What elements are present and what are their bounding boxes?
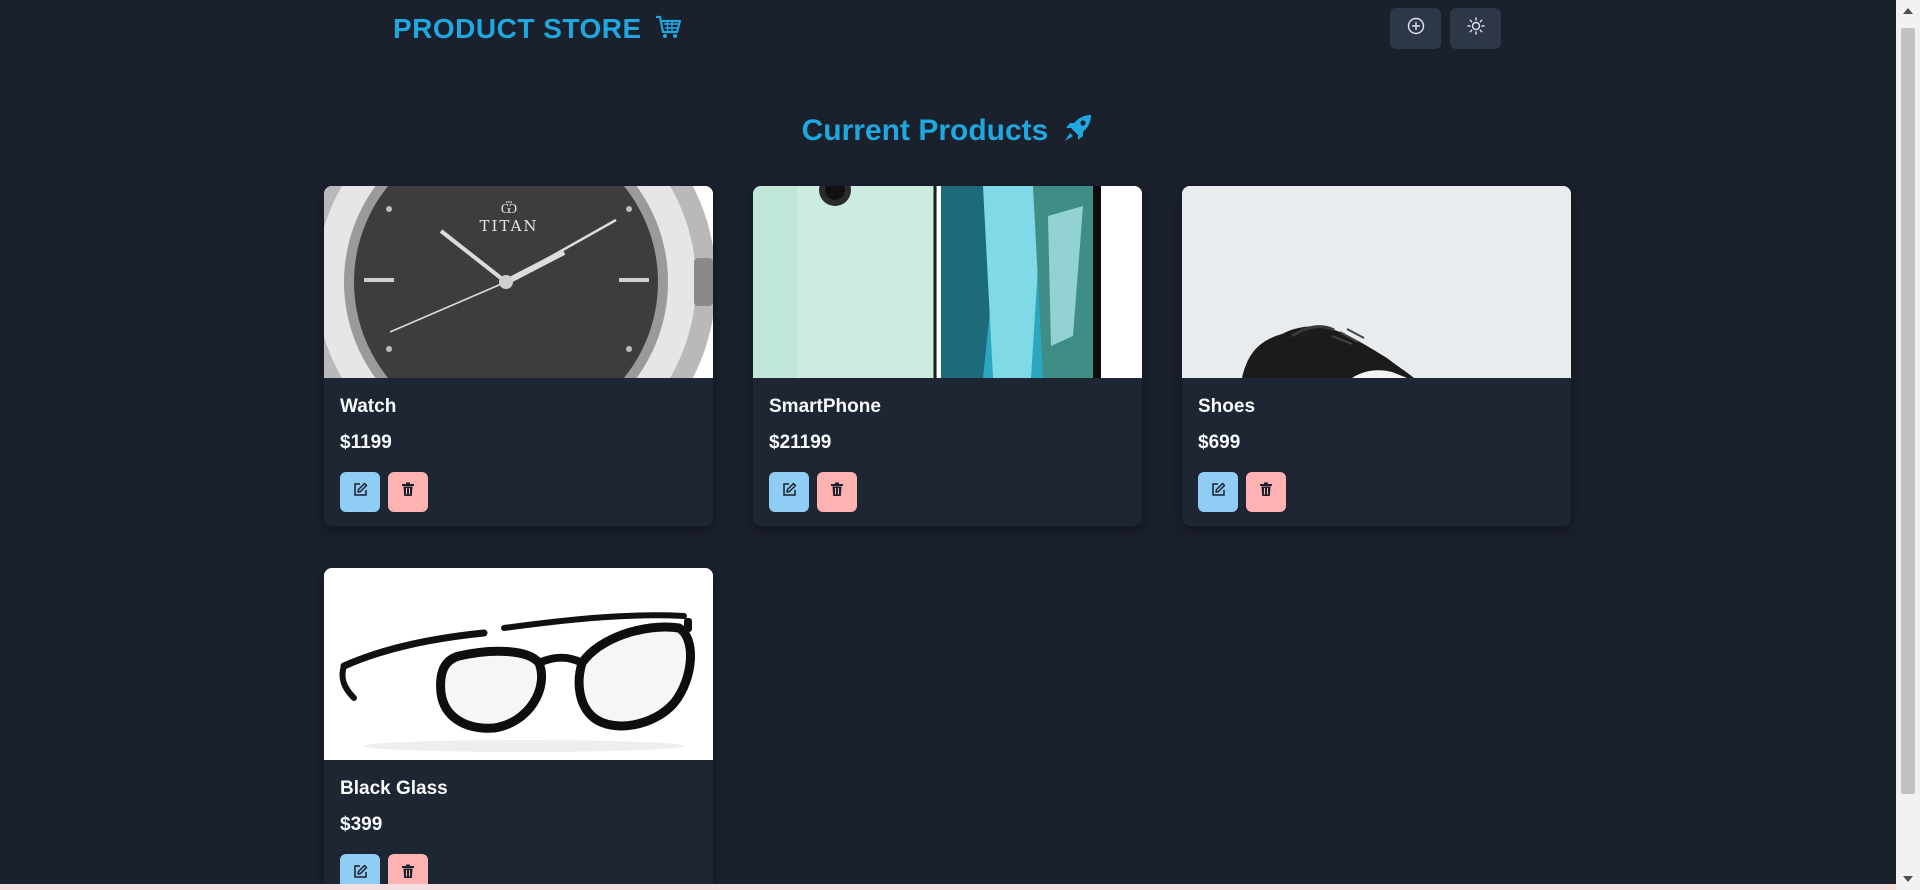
delete-button[interactable]	[817, 472, 857, 512]
edit-icon	[353, 482, 368, 502]
product-name: Black Glass	[340, 778, 448, 799]
edit-icon	[782, 482, 797, 502]
card-body: Black Glass $399	[324, 760, 713, 890]
add-product-button[interactable]	[1390, 8, 1441, 49]
shoes-image	[1182, 186, 1571, 378]
product-card-black-glass: Black Glass $399	[324, 568, 713, 890]
card-actions	[1198, 472, 1555, 512]
edit-button[interactable]	[1198, 472, 1238, 512]
nav-actions	[1390, 8, 1501, 49]
product-price: $699	[1198, 432, 1241, 453]
product-price: $21199	[769, 432, 832, 453]
product-price: $399	[340, 814, 383, 835]
delete-button[interactable]	[1246, 472, 1286, 512]
card-body: Shoes $699	[1182, 378, 1571, 512]
product-price: $1199	[340, 432, 392, 453]
edit-button[interactable]	[340, 472, 380, 512]
smartphone-image	[753, 186, 1142, 378]
product-name: Watch	[340, 396, 397, 417]
product-card-smartphone: SmartPhone $21199	[753, 186, 1142, 526]
shopping-cart-icon	[654, 14, 682, 45]
scrollbar-thumb[interactable]	[1901, 28, 1915, 794]
edit-icon	[353, 864, 368, 884]
bottom-strip	[0, 884, 1896, 890]
product-grid: TITAN Ѿ Watch $1199 SmartPhone $21199 Sh…	[324, 186, 1571, 890]
glasses-image	[324, 568, 713, 760]
trash-icon	[401, 864, 415, 884]
product-name: Shoes	[1198, 396, 1256, 417]
svg-text:Ѿ: Ѿ	[501, 201, 517, 217]
scroll-up-arrow-icon[interactable]	[1903, 8, 1913, 14]
plus-circle-icon	[1407, 17, 1425, 40]
rocket-icon	[1062, 112, 1094, 149]
edit-button[interactable]	[769, 472, 809, 512]
card-actions	[769, 472, 1126, 512]
card-body: SmartPhone $21199	[753, 378, 1142, 512]
card-body: Watch $1199	[324, 378, 713, 512]
app-viewport: PRODUCT STORE Current Products TITAN Ѿ W…	[0, 0, 1920, 890]
navbar: PRODUCT STORE	[0, 0, 1896, 60]
trash-icon	[1259, 482, 1273, 502]
scroll-down-arrow-icon[interactable]	[1903, 876, 1913, 882]
brand-title: PRODUCT STORE	[393, 13, 642, 44]
theme-toggle-button[interactable]	[1450, 8, 1501, 49]
delete-button[interactable]	[388, 472, 428, 512]
page-title-row: Current Products	[0, 112, 1896, 149]
vertical-scrollbar[interactable]	[1896, 0, 1920, 890]
trash-icon	[401, 482, 415, 502]
brand-link[interactable]: PRODUCT STORE	[393, 13, 682, 45]
watch-brand-text: TITAN	[479, 217, 538, 235]
watch-image: TITAN Ѿ	[324, 186, 713, 378]
product-card-shoes: Shoes $699	[1182, 186, 1571, 526]
trash-icon	[830, 482, 844, 502]
page-title: Current Products	[801, 113, 1049, 147]
product-card-watch: TITAN Ѿ Watch $1199	[324, 186, 713, 526]
product-name: SmartPhone	[769, 396, 881, 417]
card-actions	[340, 472, 697, 512]
sun-icon	[1466, 17, 1485, 40]
edit-icon	[1211, 482, 1226, 502]
